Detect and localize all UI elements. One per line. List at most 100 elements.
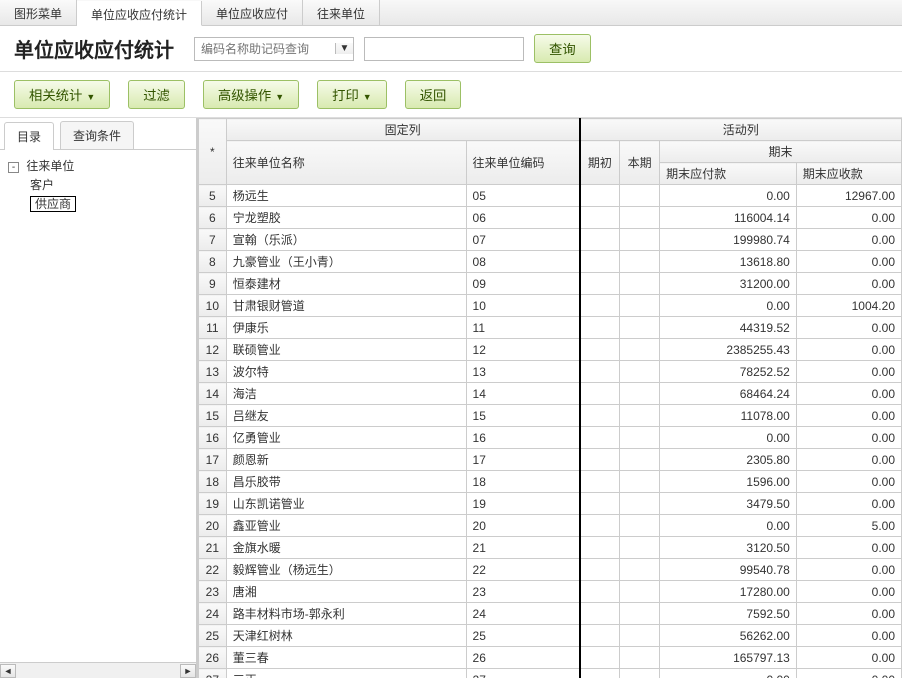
row-number: 18	[199, 471, 227, 493]
table-row[interactable]: 16亿勇管业160.000.00	[199, 427, 902, 449]
cell-qichu	[580, 625, 620, 647]
table-row[interactable]: 20鑫亚管业200.005.00	[199, 515, 902, 537]
table-row[interactable]: 5杨远生050.0012967.00	[199, 185, 902, 207]
side-tab-catalog[interactable]: 目录	[4, 122, 54, 150]
cell-payable: 2385255.43	[660, 339, 797, 361]
row-number: 16	[199, 427, 227, 449]
sidebar-scrollbar[interactable]: ◄ ►	[0, 662, 196, 678]
cell-name: 唐湘	[226, 581, 466, 603]
table-row[interactable]: 10甘肃银财管道100.001004.20	[199, 295, 902, 317]
cell-code: 22	[466, 559, 580, 581]
cell-receivable: 0.00	[796, 317, 901, 339]
cell-name: 恒泰建材	[226, 273, 466, 295]
table-row[interactable]: 14海洁1468464.240.00	[199, 383, 902, 405]
table-row[interactable]: 8九豪管业（王小青）0813618.800.00	[199, 251, 902, 273]
filter-button[interactable]: 过滤	[128, 80, 185, 109]
query-button[interactable]: 查询	[534, 34, 591, 63]
chevron-down-icon[interactable]: ▼	[335, 43, 353, 54]
tree-leaf-supplier[interactable]: 供应商	[30, 194, 188, 213]
cell-receivable: 0.00	[796, 405, 901, 427]
tab-unit-ar-ap[interactable]: 单位应收应付	[202, 0, 303, 25]
cell-name: 毅辉管业（杨远生）	[226, 559, 466, 581]
search-combo[interactable]: ▼	[194, 37, 354, 61]
row-number: 22	[199, 559, 227, 581]
table-row[interactable]: 6宁龙塑胶06116004.140.00	[199, 207, 902, 229]
title-bar: 单位应收应付统计 ▼ 查询	[0, 26, 902, 72]
table-row[interactable]: 24路丰材料市场-郭永利247592.500.00	[199, 603, 902, 625]
cell-code: 14	[466, 383, 580, 405]
row-number: 21	[199, 537, 227, 559]
row-number: 12	[199, 339, 227, 361]
table-row[interactable]: 21金旗水暖213120.500.00	[199, 537, 902, 559]
row-number: 8	[199, 251, 227, 273]
cell-qichu	[580, 471, 620, 493]
scroll-right-icon[interactable]: ►	[180, 664, 196, 678]
cell-benqi	[620, 471, 660, 493]
cell-name: 三正	[226, 669, 466, 678]
tab-graphics-menu[interactable]: 图形菜单	[0, 0, 77, 25]
table-row[interactable]: 13波尔特1378252.520.00	[199, 361, 902, 383]
cell-receivable: 0.00	[796, 537, 901, 559]
cell-qichu	[580, 493, 620, 515]
cell-qichu	[580, 603, 620, 625]
cell-receivable: 0.00	[796, 273, 901, 295]
cell-receivable: 0.00	[796, 493, 901, 515]
cell-payable: 68464.24	[660, 383, 797, 405]
table-row[interactable]: 15吕继友1511078.000.00	[199, 405, 902, 427]
scroll-left-icon[interactable]: ◄	[0, 664, 16, 678]
tree-leaf-customer[interactable]: 客户	[30, 175, 188, 194]
cell-code: 16	[466, 427, 580, 449]
cell-payable: 2305.80	[660, 449, 797, 471]
search-textbox[interactable]	[364, 37, 524, 61]
table-row[interactable]: 12联硕管业122385255.430.00	[199, 339, 902, 361]
search-input[interactable]	[195, 38, 335, 60]
print-button[interactable]: 打印▼	[317, 80, 387, 109]
collapse-icon[interactable]: -	[8, 162, 19, 173]
table-row[interactable]: 19山东凯诺管业193479.500.00	[199, 493, 902, 515]
cell-qichu	[580, 515, 620, 537]
cell-qichu	[580, 537, 620, 559]
cell-qichu	[580, 339, 620, 361]
table-row[interactable]: 27三正270.000.00	[199, 669, 902, 678]
cell-name: 伊康乐	[226, 317, 466, 339]
table-row[interactable]: 11伊康乐1144319.520.00	[199, 317, 902, 339]
table-row[interactable]: 23唐湘2317280.000.00	[199, 581, 902, 603]
side-tab-conditions[interactable]: 查询条件	[60, 121, 134, 149]
table-row[interactable]: 9恒泰建材0931200.000.00	[199, 273, 902, 295]
table-row[interactable]: 7宣翰（乐派）07199980.740.00	[199, 229, 902, 251]
cell-payable: 0.00	[660, 295, 797, 317]
related-stats-button[interactable]: 相关统计▼	[14, 80, 110, 109]
table-row[interactable]: 18昌乐胶带181596.000.00	[199, 471, 902, 493]
cell-benqi	[620, 317, 660, 339]
cell-benqi	[620, 273, 660, 295]
cell-code: 23	[466, 581, 580, 603]
cell-receivable: 5.00	[796, 515, 901, 537]
row-number: 11	[199, 317, 227, 339]
cell-code: 20	[466, 515, 580, 537]
row-number: 25	[199, 625, 227, 647]
tab-unit-stats[interactable]: 单位应收应付统计	[77, 1, 202, 26]
cell-qichu	[580, 273, 620, 295]
cell-code: 15	[466, 405, 580, 427]
cell-benqi	[620, 185, 660, 207]
advanced-button[interactable]: 高级操作▼	[203, 80, 299, 109]
cell-benqi	[620, 625, 660, 647]
table-row[interactable]: 17颜恩新172305.800.00	[199, 449, 902, 471]
row-number: 7	[199, 229, 227, 251]
cell-payable: 56262.00	[660, 625, 797, 647]
cell-benqi	[620, 383, 660, 405]
sidebar: 目录 查询条件 - 往来单位 客户 供应商 ◄ ►	[0, 118, 198, 678]
cell-qichu	[580, 207, 620, 229]
cell-receivable: 1004.20	[796, 295, 901, 317]
cell-name: 路丰材料市场-郭永利	[226, 603, 466, 625]
table-row[interactable]: 25天津红树林2556262.000.00	[199, 625, 902, 647]
tree-root[interactable]: - 往来单位	[8, 156, 188, 175]
tab-units[interactable]: 往来单位	[303, 0, 380, 25]
cell-code: 21	[466, 537, 580, 559]
table-row[interactable]: 22毅辉管业（杨远生）2299540.780.00	[199, 559, 902, 581]
table-row[interactable]: 26董三春26165797.130.00	[199, 647, 902, 669]
cell-name: 颜恩新	[226, 449, 466, 471]
back-button[interactable]: 返回	[405, 80, 462, 109]
cell-receivable: 0.00	[796, 251, 901, 273]
cell-name: 九豪管业（王小青）	[226, 251, 466, 273]
